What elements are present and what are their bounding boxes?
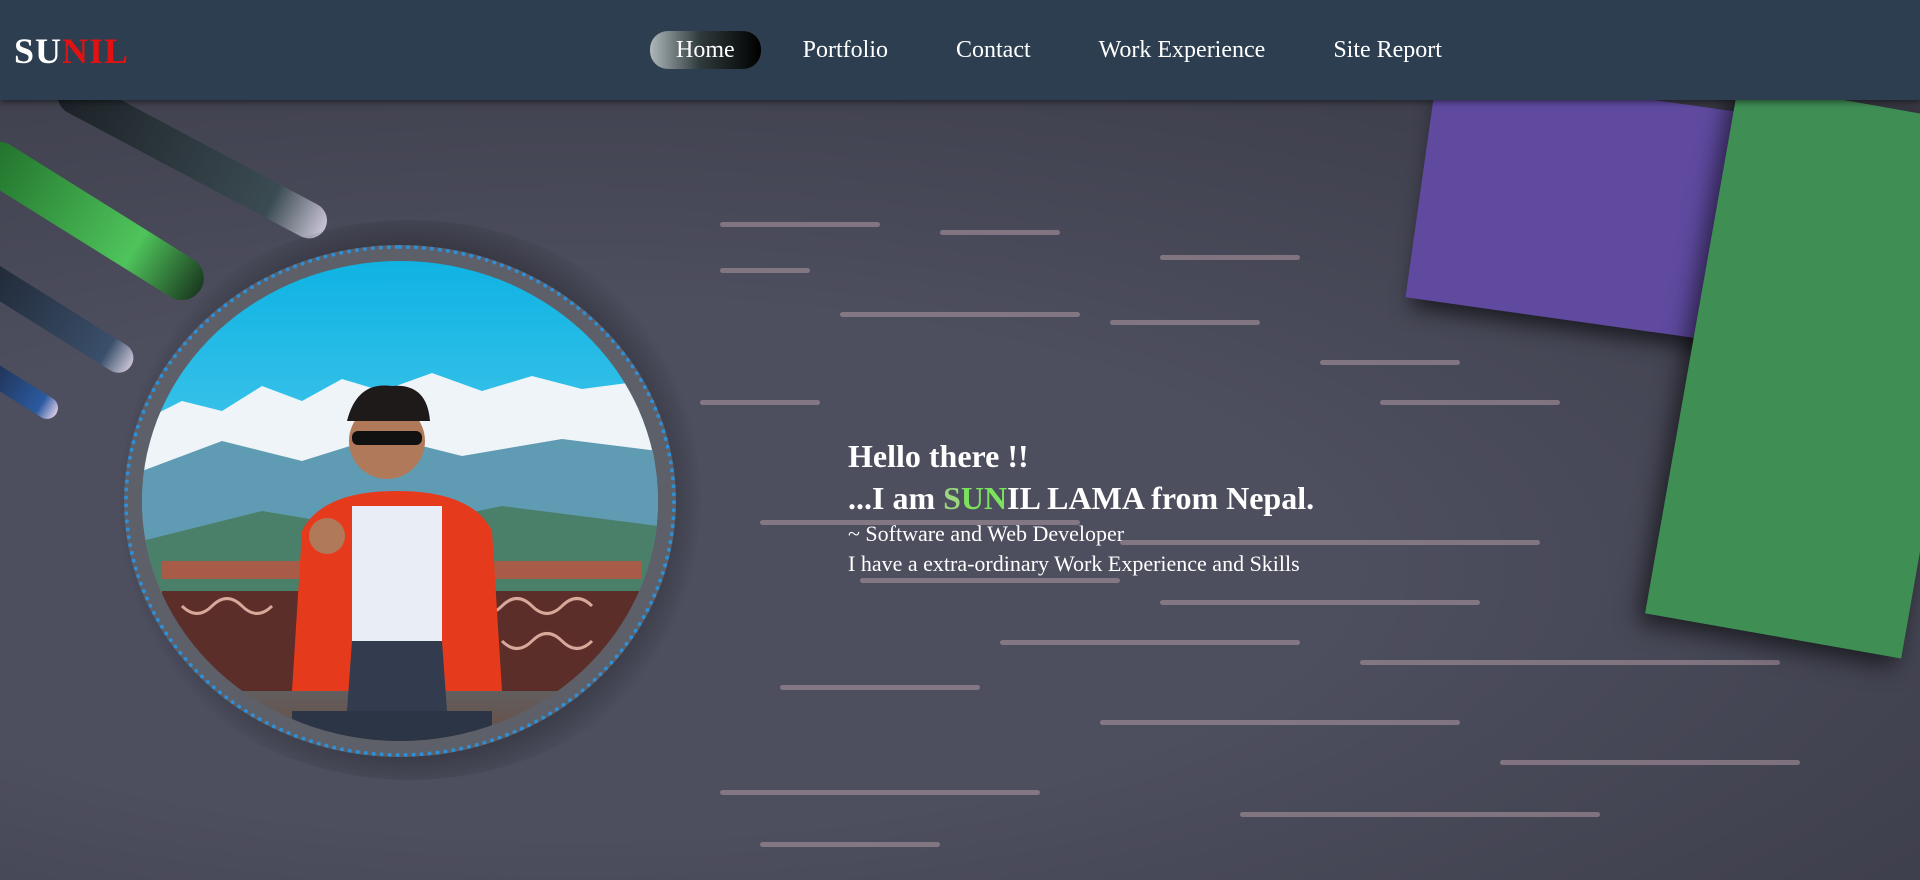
logo-text-white: SU	[14, 31, 63, 71]
nav-contact-link[interactable]: Contact	[956, 31, 1031, 69]
name-rest: IL LAMA from Nepal.	[1007, 480, 1315, 516]
intro-block: Hello there !! ...I am SUNIL LAMA from N…	[848, 435, 1314, 579]
background-streak	[700, 400, 820, 405]
background-streak	[1160, 255, 1300, 260]
background-streak	[1500, 760, 1800, 765]
logo-text-red: NIL	[62, 31, 130, 71]
nav-home-link[interactable]: Home	[650, 31, 761, 69]
background-streak	[720, 222, 880, 227]
name-initial-s: S	[943, 480, 961, 516]
nav-menu: Home Portfolio Contact Work Experience S…	[650, 30, 1510, 70]
background-streak	[1100, 720, 1460, 725]
background-streak	[720, 268, 810, 273]
background-streak	[1000, 640, 1300, 645]
nav-work-experience-link[interactable]: Work Experience	[1099, 31, 1266, 69]
decorative-pen-dark	[0, 252, 140, 379]
background-streak	[780, 685, 980, 690]
name-prefix: ...I am	[848, 480, 944, 516]
name-initial-un: UN	[960, 480, 1008, 516]
nav-site-report-link[interactable]: Site Report	[1333, 31, 1442, 69]
decorative-pen-blue	[0, 356, 63, 424]
nav-portfolio-link[interactable]: Portfolio	[803, 31, 888, 69]
greeting-heading: Hello there !!	[848, 438, 1029, 474]
site-logo[interactable]: SUNIL	[14, 30, 129, 72]
background-streak	[940, 230, 1060, 235]
profile-photo-illustration	[142, 373, 658, 741]
background-streak	[840, 312, 1080, 317]
tagline-text: I have a extra-ordinary Work Experience …	[848, 551, 1300, 576]
background-streak	[1320, 360, 1460, 365]
profile-photo	[142, 261, 658, 741]
name-heading: ...I am SUNIL LAMA from Nepal.	[848, 477, 1314, 519]
background-streak	[1240, 812, 1600, 817]
profile-avatar	[124, 245, 676, 757]
background-streak	[1160, 600, 1480, 605]
background-streak	[760, 842, 940, 847]
background-streak	[1380, 400, 1560, 405]
background-streak	[720, 790, 1040, 795]
background-streak	[1110, 320, 1260, 325]
role-text: ~ Software and Web Developer	[848, 521, 1125, 546]
decorative-purple-notepad	[1405, 100, 1745, 341]
background-streak	[1360, 660, 1780, 665]
top-navbar: SUNIL Home Portfolio Contact Work Experi…	[0, 0, 1920, 100]
